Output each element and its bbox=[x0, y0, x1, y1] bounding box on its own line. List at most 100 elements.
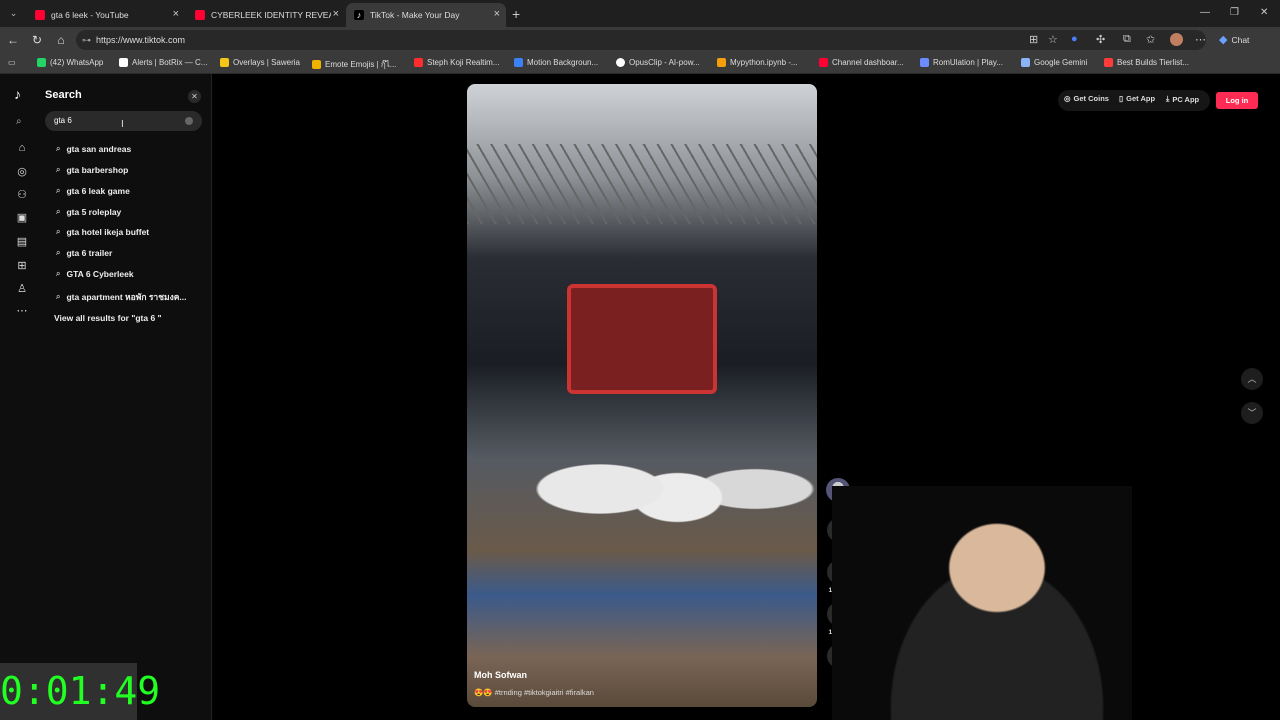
pc-app-button[interactable]: ⤓ PC App bbox=[1166, 94, 1199, 104]
webcam-overlay bbox=[832, 486, 1132, 720]
bookmark-opusclip[interactable]: OpusClip - AI-pow... bbox=[616, 58, 700, 67]
previous-video-icon[interactable]: ︿ bbox=[1241, 368, 1263, 390]
video-player[interactable]: Moh Sofwan 😍😍 #trnding #tiktokgiaitri #f… bbox=[467, 84, 817, 707]
get-coins-label: Get Coins bbox=[1073, 94, 1109, 103]
clear-icon[interactable] bbox=[185, 117, 193, 125]
next-video-icon[interactable]: ﹀ bbox=[1241, 402, 1263, 424]
close-window-icon[interactable]: ✕ bbox=[1260, 7, 1268, 18]
bookmark-label: (42) WhatsApp bbox=[50, 58, 104, 67]
get-app-button[interactable]: ▯ Get App bbox=[1119, 94, 1155, 103]
bookmarks-bar: ▭ (42) WhatsApp Alerts | BotRix — C... O… bbox=[0, 53, 1280, 74]
restore-icon[interactable]: ❐ bbox=[1230, 7, 1239, 18]
suggestion-label: gta 5 roleplay bbox=[66, 207, 122, 217]
bookmark-motion[interactable]: Motion Backgroun... bbox=[514, 58, 598, 67]
profile-icon[interactable]: ♙ bbox=[16, 282, 28, 295]
pc-app-label: PC App bbox=[1172, 94, 1200, 104]
following-icon[interactable]: ⚇ bbox=[16, 188, 28, 201]
bookmark-label: Best Builds Tierlist... bbox=[1117, 58, 1190, 67]
copilot-icon: ◆ bbox=[1219, 34, 1228, 46]
bookmark-label: Channel dashboar... bbox=[832, 58, 904, 67]
new-tab-button[interactable]: + bbox=[512, 6, 520, 22]
search-icon: ⌕ bbox=[16, 116, 22, 127]
suggestion-label: gta san andreas bbox=[66, 144, 132, 154]
suggestion-item[interactable]: ⌕ gta barbershop bbox=[56, 165, 128, 175]
text-cursor-icon: I bbox=[121, 119, 124, 130]
search-icon: ⌕ bbox=[56, 207, 61, 216]
split-screen-icon[interactable]: ⧉ bbox=[1123, 33, 1131, 46]
back-icon[interactable]: ← bbox=[6, 33, 20, 47]
reload-icon[interactable]: ↻ bbox=[30, 33, 44, 47]
bookmark-emote[interactable]: Emote Emojis | กุ๊ไ... bbox=[312, 58, 396, 71]
close-icon[interactable]: × bbox=[173, 8, 179, 20]
suggestion-item[interactable]: ⌕ gta 5 roleplay bbox=[56, 207, 121, 217]
tiktok-page: ♪ Search ✕ ⌕ gta 6 I ⌂ ◎ ⚇ ▣ ▤ ⊞ ♙ ⋯ ⌕ gt… bbox=[0, 74, 1280, 720]
bookmark-saweria[interactable]: Overlays | Saweria bbox=[220, 58, 300, 67]
tab-tiktok[interactable]: ♪ TikTok - Make Your Day × bbox=[346, 3, 506, 27]
more-icon[interactable]: ⋯ bbox=[1195, 33, 1206, 46]
friends-icon[interactable]: ▣ bbox=[16, 211, 28, 224]
bookmark-steph[interactable]: Steph Koji Realtim... bbox=[414, 58, 499, 67]
tiktok-icon: ♪ bbox=[354, 10, 364, 20]
bookmark-gemini[interactable]: Google Gemini bbox=[1021, 58, 1087, 67]
tab-cyberleek[interactable]: CYBERLEEK IDENTITY REVEALED... × bbox=[187, 3, 345, 27]
site-info-icon[interactable]: ⊶ bbox=[82, 30, 91, 50]
search-icon: ⌕ bbox=[56, 144, 61, 153]
bookmark-label: Emote Emojis | กุ๊ไ... bbox=[325, 60, 397, 69]
suggestion-item[interactable]: ⌕ gta 6 leak game bbox=[56, 186, 130, 196]
bookmark-romulation[interactable]: RomUlation | Play... bbox=[920, 58, 1003, 67]
bookmark-channel[interactable]: Channel dashboar... bbox=[819, 58, 904, 67]
minimize-icon[interactable]: — bbox=[1200, 7, 1210, 18]
sidebar-toggle-icon[interactable]: ▭ bbox=[8, 58, 16, 67]
bookmark-label: Google Gemini bbox=[1034, 58, 1088, 67]
home-icon[interactable]: ⌂ bbox=[16, 142, 28, 154]
bookmark-label: RomUlation | Play... bbox=[933, 58, 1003, 67]
whatsapp-icon bbox=[37, 58, 46, 67]
close-icon[interactable]: × bbox=[494, 8, 500, 20]
tiktok-logo-icon[interactable]: ♪ bbox=[14, 86, 21, 102]
home-icon[interactable]: ⌂ bbox=[54, 33, 68, 47]
video-author[interactable]: Moh Sofwan bbox=[474, 670, 527, 680]
bookmark-label: Alerts | BotRix — C... bbox=[132, 58, 208, 67]
suggestion-label: gta 6 leak game bbox=[66, 186, 130, 196]
live-icon[interactable]: ▤ bbox=[16, 235, 28, 248]
profile-avatar[interactable] bbox=[1170, 33, 1183, 46]
get-coins-button[interactable]: ◎ Get Coins bbox=[1064, 94, 1109, 103]
bookmark-whatsapp[interactable]: (42) WhatsApp bbox=[37, 58, 103, 67]
close-search-icon[interactable]: ✕ bbox=[188, 90, 201, 103]
bookmark-label: Mypython.ipynb -... bbox=[730, 58, 798, 67]
chat-button[interactable]: ◆ Chat bbox=[1219, 33, 1249, 46]
suggestion-item[interactable]: ⌕ gta hotel ikeja buffet bbox=[56, 227, 149, 237]
explore-icon[interactable]: ◎ bbox=[16, 165, 28, 178]
get-app-label: Get App bbox=[1126, 94, 1156, 103]
extension-icon[interactable]: ● bbox=[1071, 33, 1078, 45]
tab-bar: ⌄ gta 6 leek - YouTube × CYBERLEEK IDENT… bbox=[0, 0, 1280, 27]
stage-screen bbox=[567, 284, 717, 394]
tab-search-icon[interactable]: ⌄ bbox=[7, 7, 20, 20]
bookmark-botrix[interactable]: Alerts | BotRix — C... bbox=[119, 58, 207, 67]
login-button[interactable]: Log in bbox=[1216, 92, 1258, 109]
suggestion-item[interactable]: ⌕ gta san andreas bbox=[56, 144, 131, 154]
search-icon: ⌕ bbox=[56, 269, 61, 278]
upload-icon[interactable]: ⊞ bbox=[16, 259, 28, 272]
search-icon: ⌕ bbox=[56, 227, 61, 236]
gemini-icon bbox=[1021, 58, 1030, 67]
extensions-icon[interactable]: ✣ bbox=[1096, 33, 1105, 46]
tab-search-icon[interactable]: ⊞ bbox=[1029, 33, 1038, 46]
suggestion-item[interactable]: ⌕ gta apartment หอพัก ราชมงค... bbox=[56, 290, 187, 304]
bookmark-label: OpusClip - AI-pow... bbox=[629, 58, 700, 67]
view-all-results-link[interactable]: View all results for "gta 6 " bbox=[54, 313, 162, 323]
star-icon[interactable]: ☆ bbox=[1048, 33, 1058, 46]
bookmark-mypython[interactable]: Mypython.ipynb -... bbox=[717, 58, 798, 67]
favorites-icon[interactable]: ✩ bbox=[1146, 33, 1155, 46]
close-icon[interactable]: × bbox=[333, 8, 339, 20]
tab-youtube[interactable]: gta 6 leek - YouTube × bbox=[27, 3, 185, 27]
search-query: gta 6 bbox=[54, 116, 72, 125]
search-icon: ⌕ bbox=[56, 292, 61, 301]
stream-timer: 0:01:49 bbox=[0, 663, 160, 720]
saweria-icon bbox=[220, 58, 229, 67]
suggestion-item[interactable]: ⌕ GTA 6 Cyberleek bbox=[56, 269, 134, 279]
video-description: 😍😍 #trnding #tiktokgiaitri #firalkan bbox=[474, 688, 594, 697]
more-icon[interactable]: ⋯ bbox=[16, 304, 28, 317]
bookmark-bestbuilds[interactable]: Best Builds Tierlist... bbox=[1104, 58, 1189, 67]
suggestion-item[interactable]: ⌕ gta 6 trailer bbox=[56, 248, 112, 258]
